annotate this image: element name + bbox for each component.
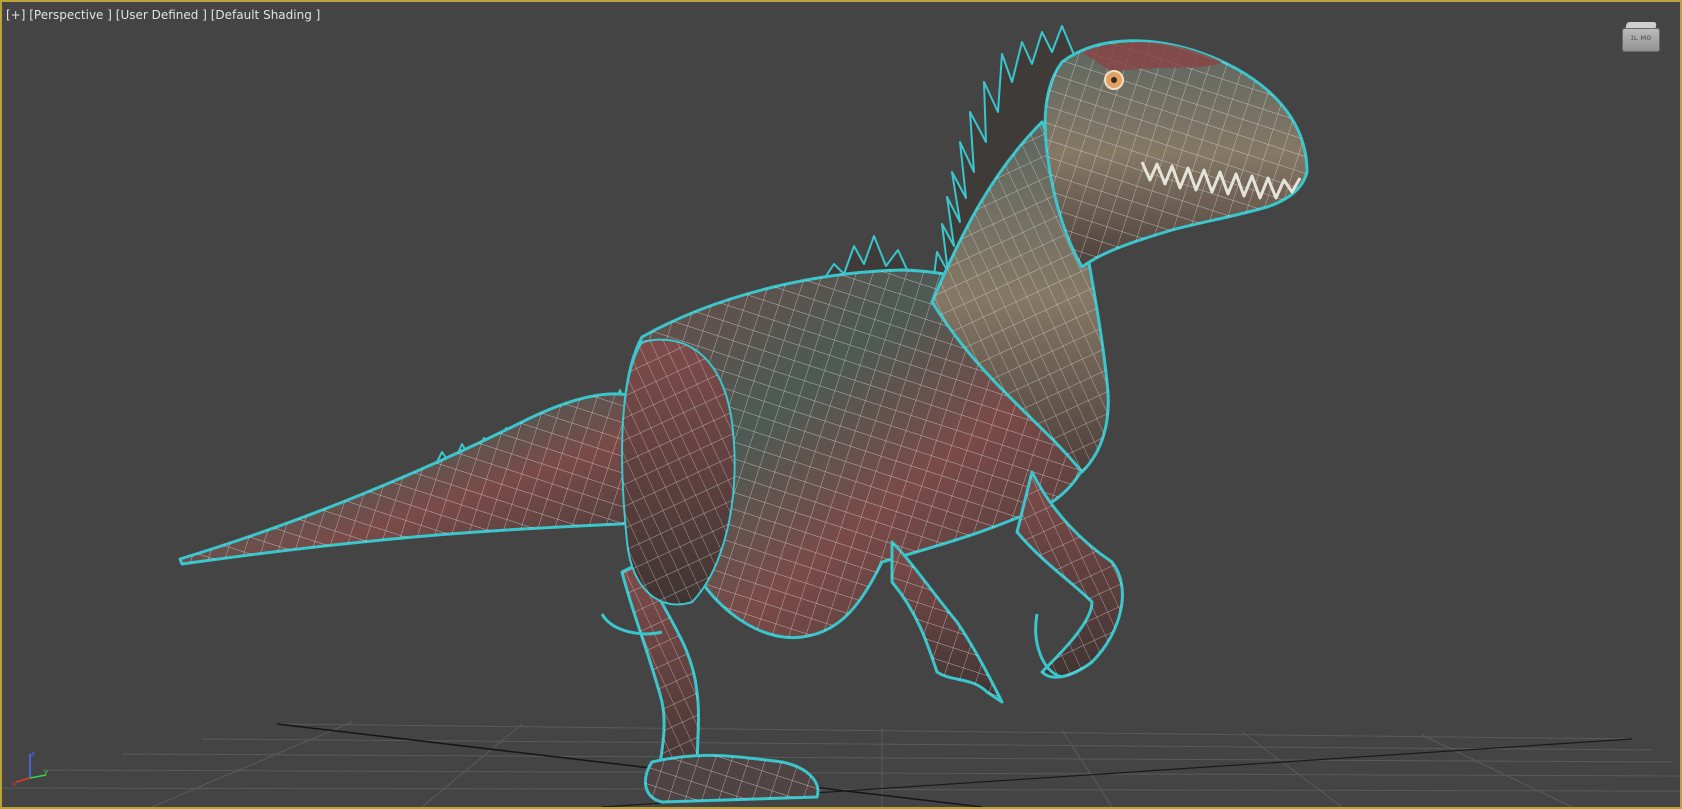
viewport-plus-menu[interactable]: [+] <box>6 8 25 22</box>
svg-text:y: y <box>44 768 48 776</box>
perspective-viewport[interactable]: [+] [Perspective ] [User Defined ] [Defa… <box>0 0 1682 809</box>
scene-canvas[interactable] <box>2 2 1680 807</box>
svg-text:x: x <box>12 780 16 788</box>
viewport-user-defined-menu[interactable]: [User Defined ] <box>116 8 207 22</box>
viewport-label-menu: [+] [Perspective ] [User Defined ] [Defa… <box>6 8 320 22</box>
viewcube-icon[interactable]: ɪʟ ᴍᴏ <box>1622 22 1660 52</box>
svg-text:z: z <box>31 750 35 758</box>
viewport-pov-menu[interactable]: [Perspective ] <box>29 8 112 22</box>
ground-grid <box>2 721 1680 807</box>
dinosaur-model[interactable] <box>178 25 1309 804</box>
viewcube-face-text: ɪʟ ᴍᴏ <box>1630 33 1652 42</box>
axis-tripod-icon: z y x <box>12 750 48 788</box>
viewport-shading-menu[interactable]: [Default Shading ] <box>211 8 321 22</box>
